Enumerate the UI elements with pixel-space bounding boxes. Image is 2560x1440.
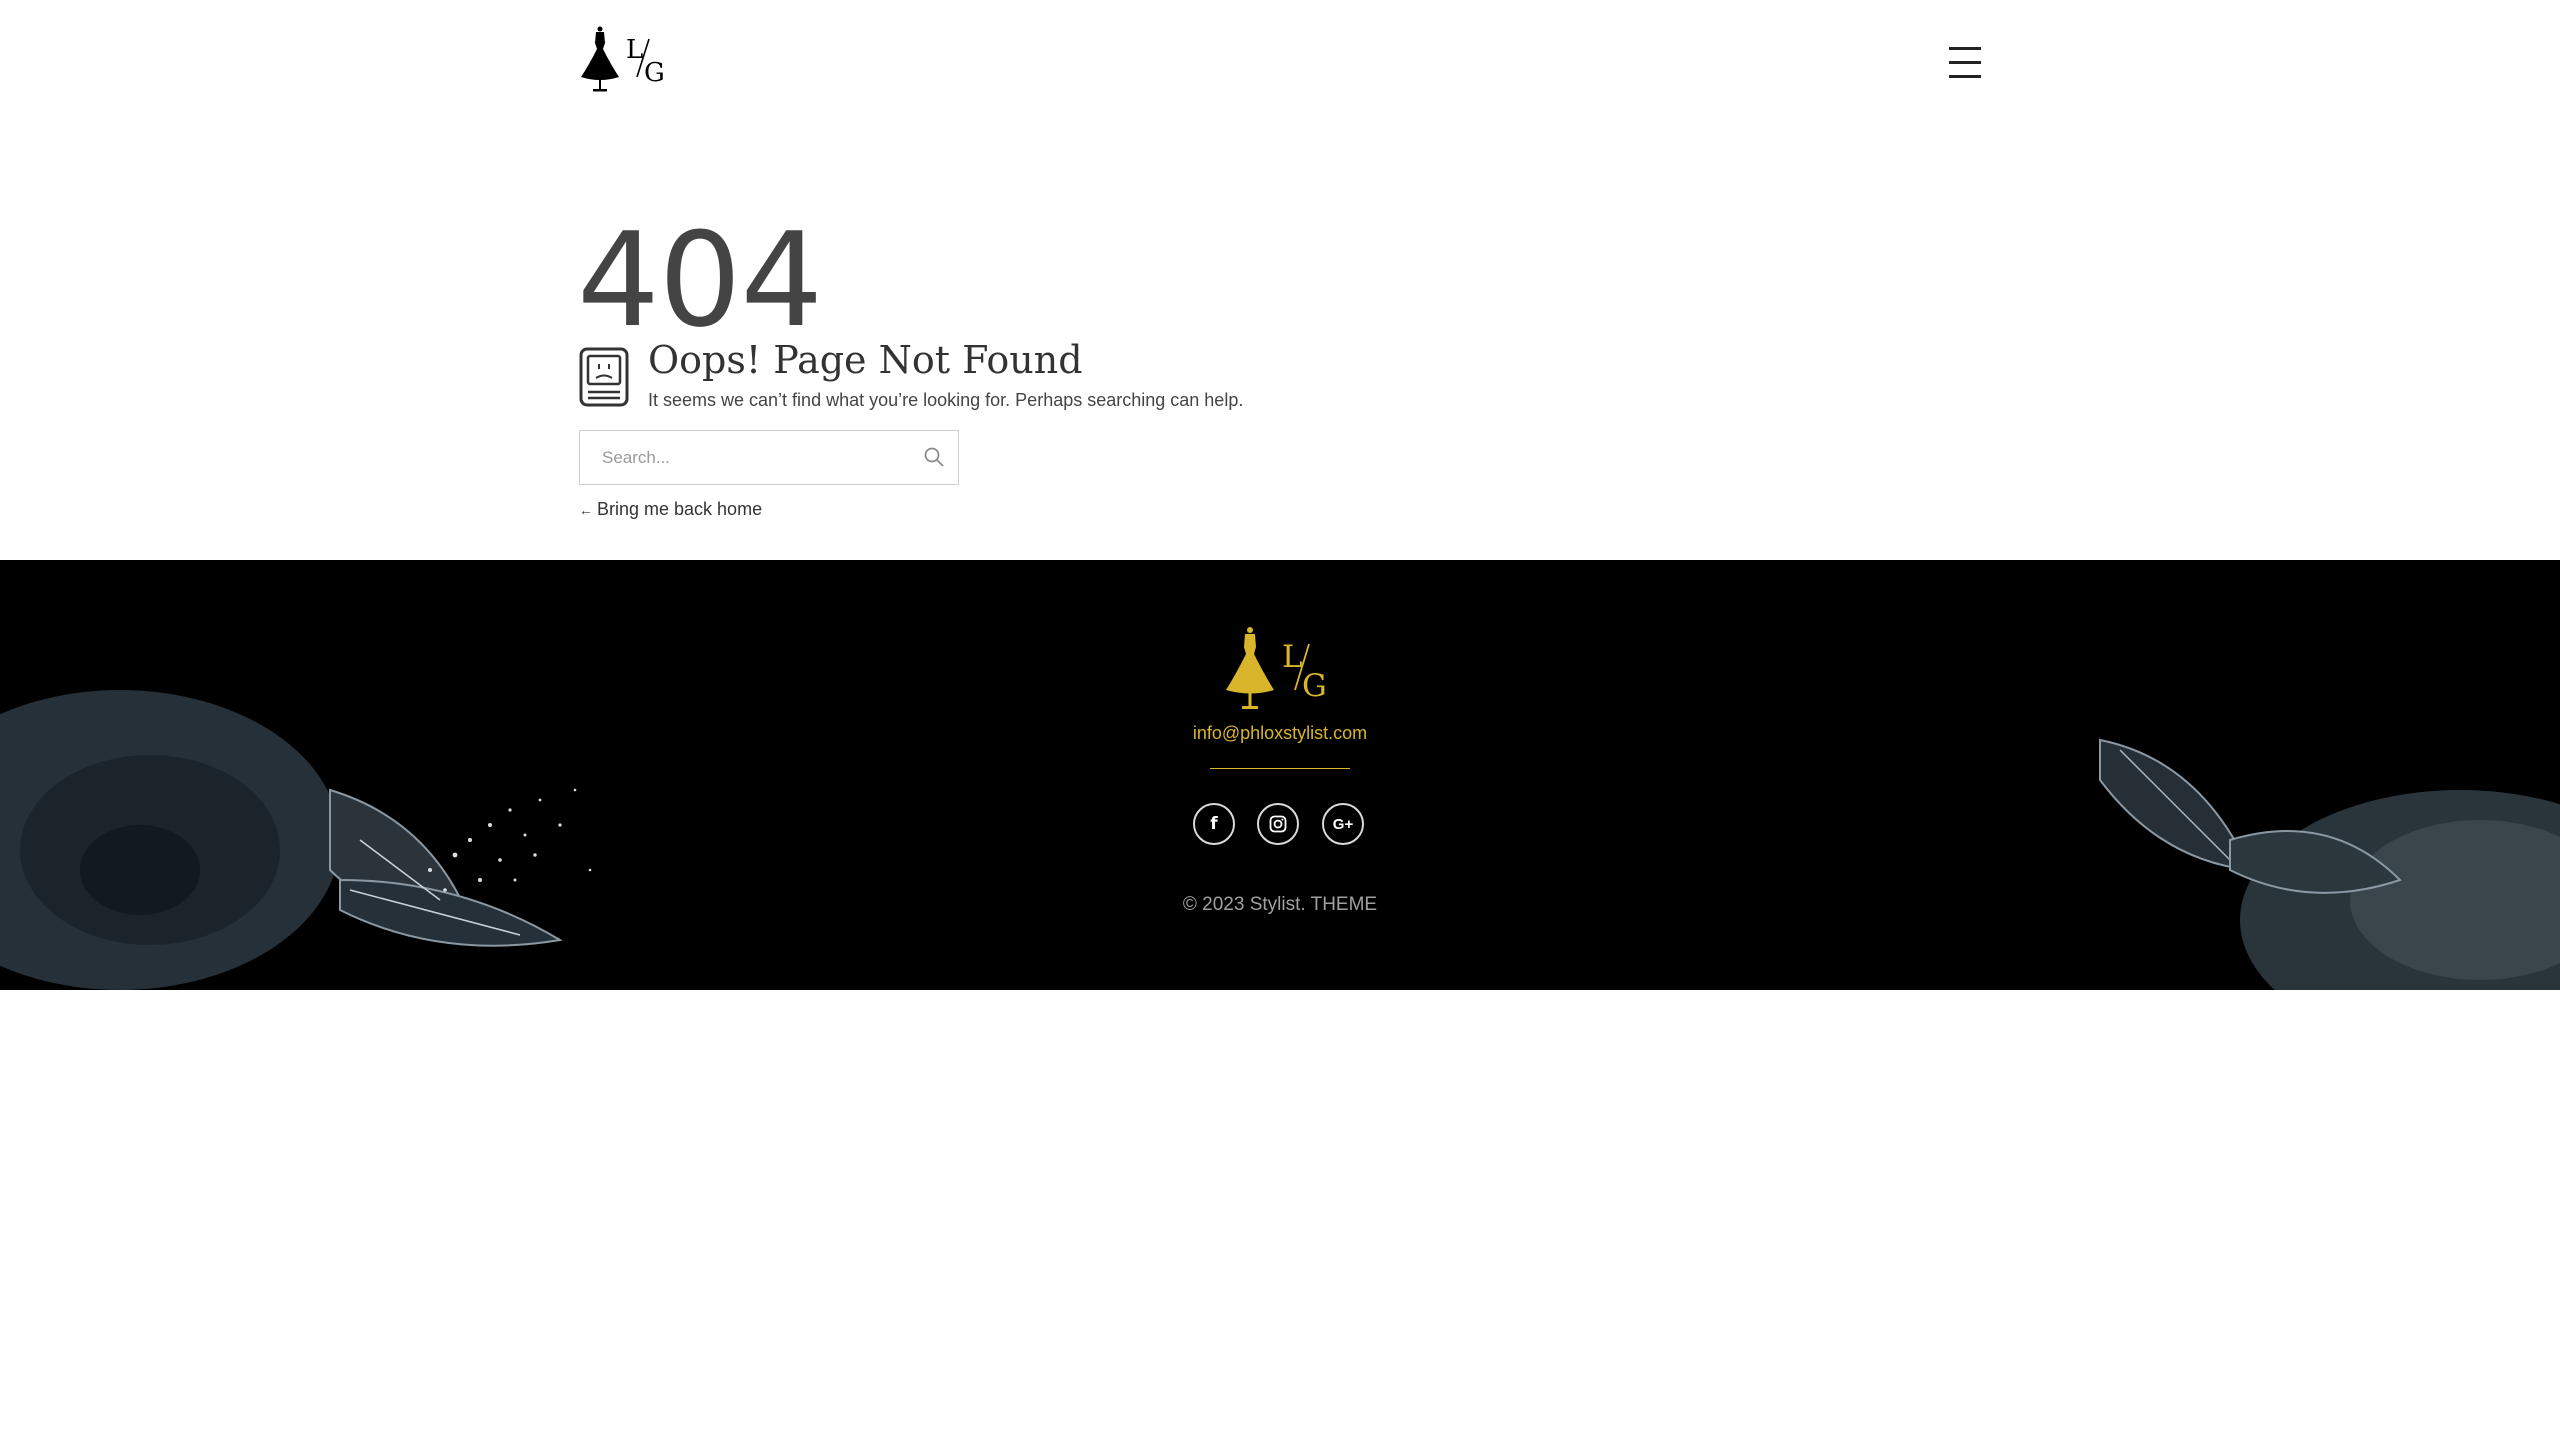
google-plus-glyph: G+ — [1332, 815, 1354, 833]
footer-email-link[interactable]: info@phloxstylist.com — [0, 720, 2560, 746]
error-code: 404 — [577, 204, 823, 356]
facebook-icon[interactable]: f — [1193, 803, 1235, 845]
rose-decoration-right — [2099, 738, 2560, 990]
error-message: It seems we can’t find what you’re looki… — [648, 390, 1244, 410]
svg-text:G: G — [1302, 668, 1327, 704]
menu-bar — [1949, 75, 1981, 78]
search-form — [579, 430, 959, 485]
site-header: L G — [0, 0, 2560, 125]
menu-bar — [1949, 47, 1981, 50]
back-home-label: Bring me back home — [597, 499, 763, 519]
search-icon[interactable] — [922, 445, 946, 469]
rose-decoration-left — [0, 690, 592, 990]
error-title: Oops! Page Not Found — [648, 338, 1083, 382]
svg-text:L: L — [1282, 639, 1303, 675]
copyright-text: © 2023 Stylist. THEME — [1182, 894, 1378, 915]
svg-text:G: G — [644, 58, 665, 88]
hamburger-menu-button[interactable] — [1949, 47, 1981, 78]
social-links: f G+ — [1193, 803, 1369, 845]
menu-bar — [1949, 61, 1981, 64]
site-logo[interactable]: L G — [579, 25, 669, 95]
google-plus-icon[interactable]: G+ — [1322, 803, 1364, 845]
footer-divider — [1210, 768, 1350, 769]
search-input[interactable] — [602, 431, 902, 484]
facebook-glyph: f — [1210, 814, 1218, 834]
instagram-icon[interactable] — [1257, 803, 1299, 845]
site-footer: L G info@phloxstylist.com f G+ © 2023 St… — [0, 560, 2560, 990]
sad-computer-icon — [579, 347, 629, 407]
arrow-left-icon: ← — [579, 502, 593, 518]
svg-text:L: L — [626, 35, 643, 65]
footer-logo[interactable]: L G — [1224, 626, 1334, 712]
back-home-link[interactable]: ← Bring me back home — [579, 496, 762, 523]
